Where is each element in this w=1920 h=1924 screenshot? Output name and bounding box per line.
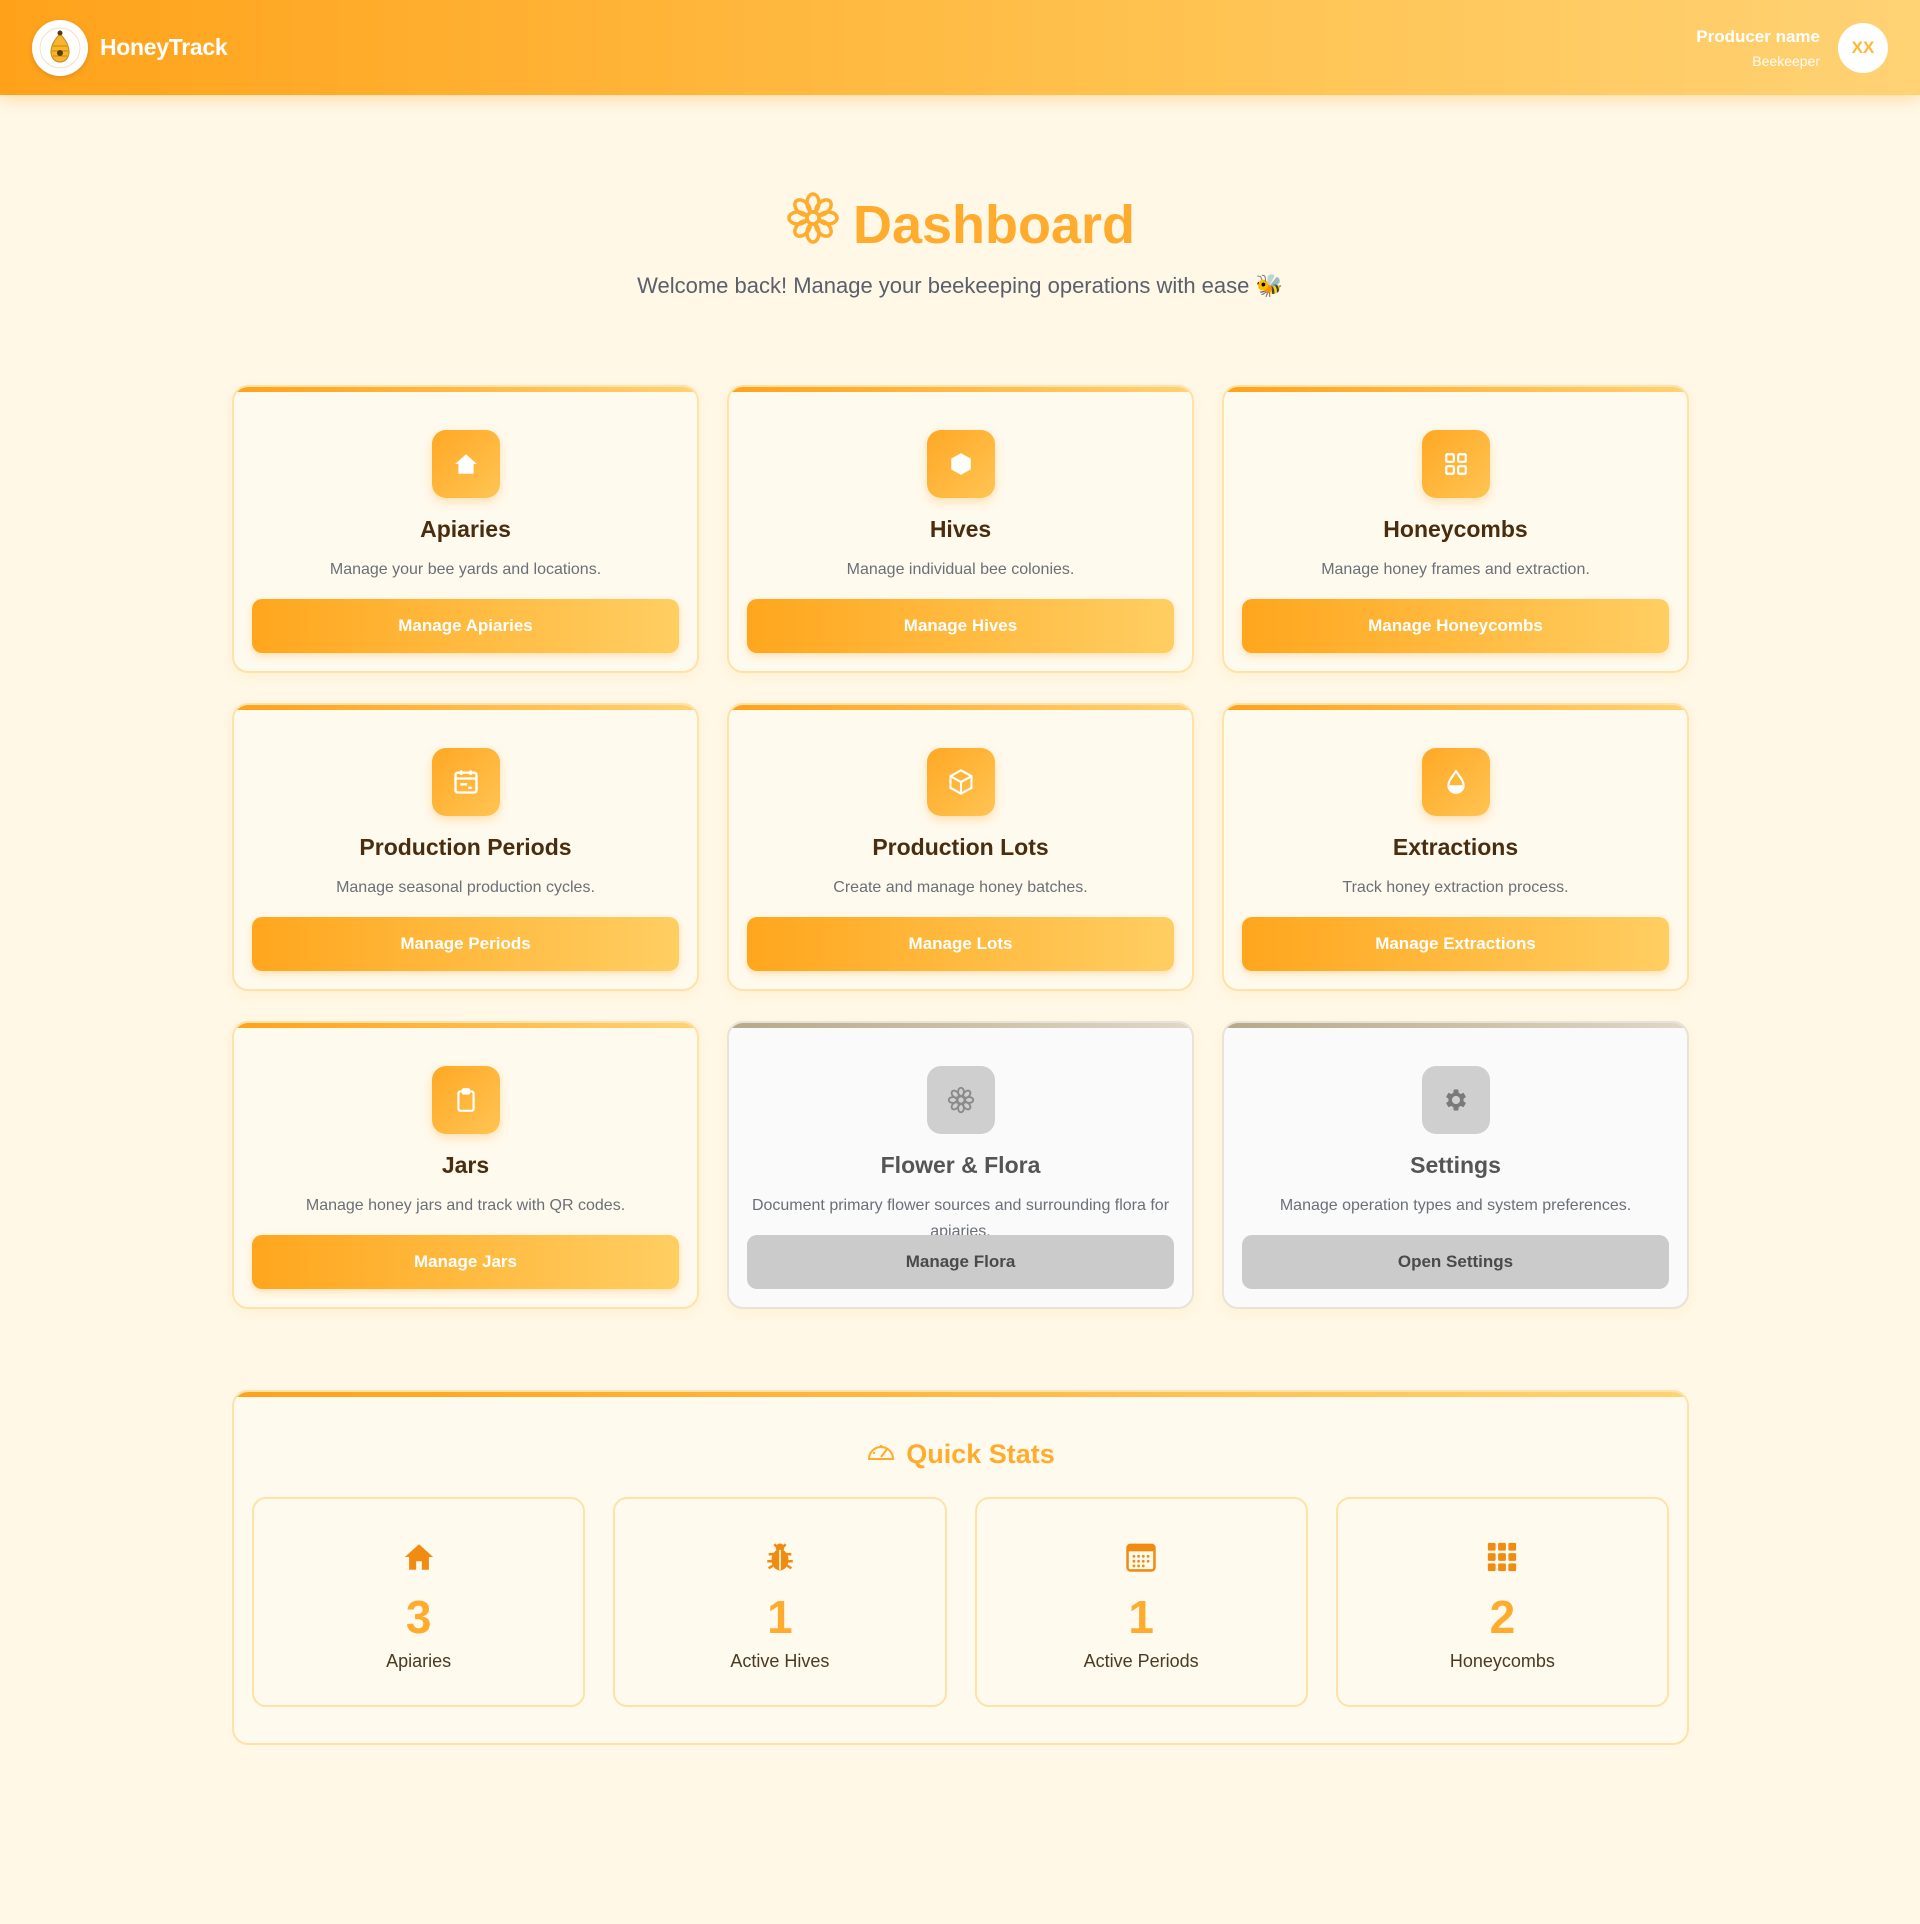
page-title: Dashboard [852,194,1136,255]
box-icon [926,748,995,816]
card-flower-flora: Flower & Flora Document primary flower s… [727,1021,1194,1309]
card-description: Manage honey jars and track with QR code… [305,1197,626,1214]
brand[interactable]: HoneyTrack [32,19,228,76]
open-settings-button[interactable]: Open Settings [1242,1235,1669,1289]
stat-value: 1 [767,1591,793,1643]
page-heading: Dashboard Welcome back! Manage your beek… [0,190,1920,299]
top-header: HoneyTrack Producer name Beekeeper XX [0,0,1920,95]
card-title: Production Periods [359,834,572,860]
card-title: Apiaries [420,516,511,542]
stat-honeycombs: 2 Honeycombs [1335,1497,1669,1707]
card-description: Manage individual bee colonies. [846,561,1075,578]
card-production-periods: Production Periods Manage seasonal produ… [232,703,699,991]
user-name: Producer name [1696,26,1820,46]
stat-value: 3 [405,1591,432,1643]
gear-icon [1421,1066,1490,1134]
stat-active-hives: 1 Active Hives [613,1497,947,1707]
manage-periods-button[interactable]: Manage Periods [252,917,679,971]
manage-extractions-button[interactable]: Manage Extractions [1242,917,1669,971]
manage-lots-button[interactable]: Manage Lots [747,917,1174,971]
card-title: Honeycombs [1383,516,1528,542]
grid-icon [1338,1537,1667,1577]
manage-hives-button[interactable]: Manage Hives [747,599,1174,653]
grid-icon [1421,430,1490,498]
house-icon [431,430,500,498]
card-title: Extractions [1392,834,1519,860]
calendar-icon [431,748,500,816]
manage-flora-button[interactable]: Manage Flora [747,1235,1174,1289]
brand-name: HoneyTrack [100,34,228,60]
stat-label: Active Hives [730,1651,830,1671]
card-production-lots: Production Lots Create and manage honey … [727,703,1194,991]
stat-active-periods: 1 Active Periods [974,1497,1308,1707]
card-description: Track honey extraction process. [1342,879,1569,896]
stat-apiaries: 3 Apiaries [252,1497,586,1707]
card-title: Jars [441,1152,490,1178]
clipboard-icon [431,1066,500,1134]
card-title: Production Lots [872,834,1049,860]
quick-stats-title: Quick Stats [906,1439,1055,1469]
card-settings: Settings Manage operation types and syst… [1222,1021,1689,1309]
stat-value: 1 [1128,1591,1154,1643]
card-title: Hives [929,516,992,542]
honeytrack-logo-icon [32,19,88,76]
card-honeycombs: Honeycombs Manage honey frames and extra… [1222,385,1689,673]
card-description: Manage honey frames and extraction. [1321,561,1590,578]
card-jars: Jars Manage honey jars and track with QR… [232,1021,699,1309]
user-role: Beekeeper [1752,52,1820,69]
stat-label: Honeycombs [1449,1651,1555,1671]
stat-value: 2 [1489,1591,1516,1643]
card-description: Create and manage honey batches. [833,879,1088,896]
bug-icon [615,1537,944,1577]
flower-icon [926,1066,995,1134]
card-title: Flower & Flora [880,1152,1041,1178]
card-extractions: Extractions Track honey extraction proce… [1222,703,1689,991]
house-icon [254,1537,583,1577]
card-apiaries: Apiaries Manage your bee yards and locat… [232,385,699,673]
card-title: Settings [1410,1152,1501,1178]
module-cards: Apiaries Manage your bee yards and locat… [232,385,1689,1309]
stat-label: Active Periods [1083,1651,1199,1671]
manage-honeycombs-button[interactable]: Manage Honeycombs [1242,599,1669,653]
card-description: Manage seasonal production cycles. [336,879,595,896]
gauge-icon [866,1439,896,1470]
card-description: Manage your bee yards and locations. [329,561,602,578]
manage-apiaries-button[interactable]: Manage Apiaries [252,599,679,653]
stat-label: Apiaries [386,1651,452,1671]
flower-icon [785,190,841,259]
quick-stats-panel: Quick Stats 3 Apiaries 1 Active Hives 1 … [232,1390,1689,1745]
avatar[interactable]: XX [1838,22,1888,73]
droplet-icon [1421,748,1490,816]
calendar-icon [977,1537,1306,1577]
hexagon-icon [926,430,995,498]
page-subtitle: Welcome back! Manage your beekeeping ope… [637,273,1283,298]
manage-jars-button[interactable]: Manage Jars [252,1235,679,1289]
user-menu[interactable]: Producer name Beekeeper XX [1696,22,1888,73]
card-hives: Hives Manage individual bee colonies. Ma… [727,385,1194,673]
